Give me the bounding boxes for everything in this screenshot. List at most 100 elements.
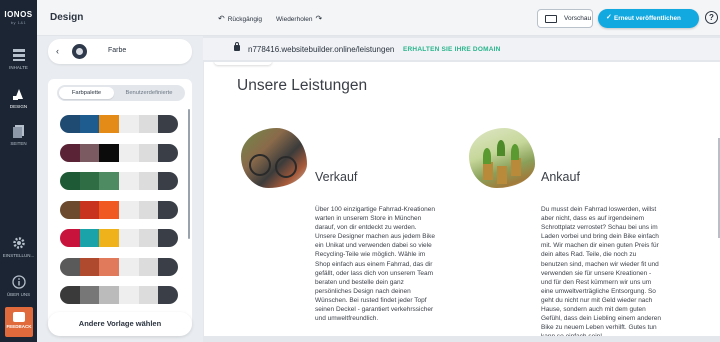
color-swatch: [99, 200, 120, 219]
color-swatch: [138, 172, 159, 190]
color-swatch: [99, 115, 120, 133]
feedback-button[interactable]: FEEDBACK: [5, 307, 33, 337]
help-icon[interactable]: ?: [705, 11, 718, 24]
rail-item-einstellungen[interactable]: EINSTELLUN...: [0, 236, 37, 258]
palette-option[interactable]: [60, 229, 178, 247]
design-panel: ‹ Farbe Farbpalette Benutzerdefinierte A…: [37, 36, 203, 342]
undo-button[interactable]: ↶ Rückgängig: [215, 14, 262, 23]
page-title: Design: [50, 12, 84, 23]
section-heading[interactable]: Unsere Leistungen: [237, 77, 367, 95]
color-swatch: [158, 115, 178, 133]
color-swatch: [99, 257, 120, 276]
color-swatch: [119, 143, 139, 162]
color-swatch: [60, 172, 80, 190]
choose-template-button[interactable]: Andere Vorlage wählen: [48, 312, 192, 336]
service-title[interactable]: Verkauf: [315, 170, 357, 184]
palette-option[interactable]: [60, 257, 178, 276]
color-swatch: [99, 172, 120, 190]
color-swatch: [99, 229, 120, 247]
rail-label: ÜBER UNS: [6, 292, 31, 297]
lock-icon: [234, 42, 240, 51]
service-image-coins[interactable]: [469, 128, 535, 188]
color-swatch: [119, 200, 139, 219]
color-swatch: [138, 257, 159, 276]
publish-label: Erneut veröffentlichen: [614, 14, 681, 22]
rail-label: EINSTELLUN...: [2, 253, 35, 258]
url-bar: n778416.websitebuilder.online/leistungen…: [203, 38, 720, 60]
publish-button[interactable]: ✓ Erneut veröffentlichen: [598, 9, 699, 28]
color-swatch: [138, 229, 159, 247]
palette-tabs: Farbpalette Benutzerdefinierte: [57, 85, 185, 101]
tab-farbpalette[interactable]: Farbpalette: [59, 87, 114, 99]
palette-option[interactable]: [60, 115, 178, 133]
color-swatch: [60, 286, 80, 304]
get-domain-link[interactable]: ERHALTEN SIE IHRE DOMAIN: [403, 46, 501, 53]
color-swatch: [79, 115, 100, 133]
color-swatch: [60, 115, 80, 133]
color-swatch: [158, 200, 178, 219]
pages-icon: [12, 125, 24, 138]
rail-label: SEITEN: [10, 141, 27, 146]
info-icon: [11, 275, 26, 289]
color-swatch: [79, 286, 100, 304]
palette-option[interactable]: [60, 200, 178, 219]
feedback-label: FEEDBACK: [6, 324, 32, 329]
color-swatch: [79, 257, 100, 276]
color-swatch: [158, 172, 178, 190]
left-rail: IONOS by 1&1 INHALTE DESIGN SEITEN EINSTE…: [0, 0, 37, 342]
rail-item-inhalte[interactable]: INHALTE: [0, 48, 37, 70]
gear-icon: [12, 237, 25, 249]
service-image-bikes[interactable]: [241, 128, 307, 188]
color-swatch: [119, 286, 139, 304]
service-title[interactable]: Ankauf: [541, 170, 580, 184]
redo-label: Wiederholen: [276, 16, 313, 23]
scrollbar[interactable]: [188, 109, 190, 239]
color-swatch: [138, 143, 159, 162]
preview-canvas: n778416.websitebuilder.online/leistungen…: [203, 36, 720, 342]
palette-option[interactable]: [60, 172, 178, 190]
palette-option[interactable]: [60, 143, 178, 162]
redo-icon: ↷: [315, 14, 323, 23]
color-swatch: [99, 286, 120, 304]
color-swatch: [138, 286, 159, 304]
color-swatch: [79, 143, 100, 162]
color-swatch: [158, 229, 178, 247]
rail-item-design[interactable]: DESIGN: [0, 87, 37, 109]
back-chevron-icon[interactable]: ‹: [56, 46, 59, 56]
color-swatch: [158, 257, 178, 276]
service-text[interactable]: Über 100 einzigartige Fahrrad-Kreationen…: [315, 205, 460, 323]
layout-icon: [12, 49, 25, 61]
top-bar: Design ↶ Rückgängig Wiederholen ↷ Vorschau…: [37, 0, 720, 36]
logo-subtext: by 1&1: [10, 20, 27, 25]
color-swatch: [60, 257, 80, 276]
redo-button[interactable]: Wiederholen ↷: [276, 14, 325, 23]
section-title: Farbe: [108, 47, 127, 54]
device-icon: [545, 15, 557, 23]
chat-icon: [13, 312, 25, 322]
edit-handle[interactable]: [214, 62, 272, 65]
palette-icon: [12, 89, 23, 100]
logo-text: IONOS: [4, 10, 33, 19]
service-text[interactable]: Du musst dein Fahrrad loswerden, willst …: [541, 205, 691, 336]
color-swatch: [119, 115, 139, 133]
ionos-logo[interactable]: IONOS by 1&1: [0, 10, 37, 25]
color-swatch: [60, 200, 80, 219]
color-swatch: [79, 229, 100, 247]
color-swatch: [79, 200, 100, 219]
app-root: IONOS by 1&1 INHALTE DESIGN SEITEN EINSTE…: [0, 0, 720, 342]
color-swatch: [119, 229, 139, 247]
tab-benutzerdefinierte[interactable]: Benutzerdefinierte: [116, 87, 182, 99]
website-preview[interactable]: Unsere Leistungen Verkauf Über 100 einzi…: [204, 62, 720, 336]
palette-icon: [72, 44, 87, 59]
color-swatch: [99, 143, 120, 162]
preview-button[interactable]: Vorschau: [537, 9, 593, 28]
undo-icon: ↶: [218, 14, 225, 23]
palette-card: Farbpalette Benutzerdefinierte: [48, 79, 192, 330]
color-swatch: [138, 115, 159, 133]
rail-item-ueber-uns[interactable]: ÜBER UNS: [0, 275, 37, 297]
rail-item-seiten[interactable]: SEITEN: [0, 124, 37, 146]
palette-list: [60, 115, 180, 315]
color-section-header[interactable]: ‹ Farbe: [48, 39, 192, 64]
rail-label: INHALTE: [9, 65, 28, 70]
palette-option[interactable]: [60, 286, 178, 304]
